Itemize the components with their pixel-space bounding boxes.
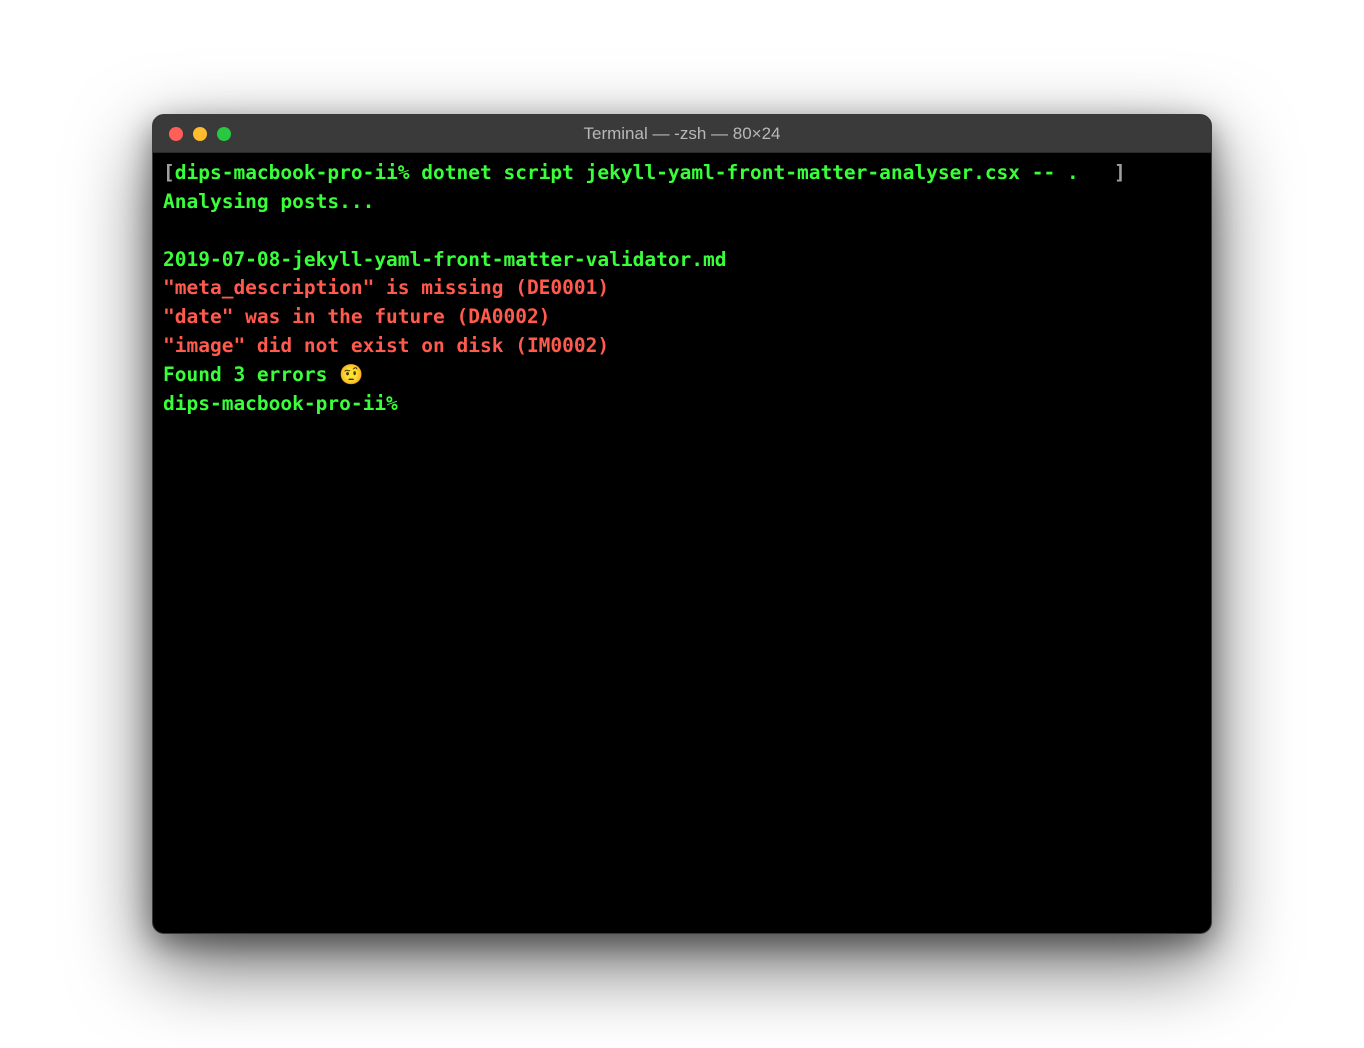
bracket: ] <box>1114 161 1126 184</box>
command-text: dotnet script jekyll-yaml-front-matter-a… <box>421 161 1078 184</box>
minimize-icon[interactable] <box>193 127 207 141</box>
prompt: dips-macbook-pro-ii% <box>175 161 422 184</box>
close-icon[interactable] <box>169 127 183 141</box>
traffic-lights <box>169 127 231 141</box>
terminal-body[interactable]: [dips-macbook-pro-ii% dotnet script jeky… <box>153 153 1211 933</box>
bracket: [ <box>163 161 175 184</box>
prompt: dips-macbook-pro-ii% <box>163 392 410 415</box>
error-line: "meta_description" is missing (DE0001) <box>163 276 609 299</box>
filename-line: 2019-07-08-jekyll-yaml-front-matter-vali… <box>163 248 727 271</box>
error-line: "date" was in the future (DA0002) <box>163 305 550 328</box>
maximize-icon[interactable] <box>217 127 231 141</box>
summary-line: Found 3 errors 🤨 <box>163 363 363 386</box>
status-line: Analysing posts... <box>163 190 374 213</box>
title-bar: Terminal — -zsh — 80×24 <box>153 115 1211 153</box>
window-title: Terminal — -zsh — 80×24 <box>153 124 1211 144</box>
error-line: "image" did not exist on disk (IM0002) <box>163 334 609 357</box>
bracket <box>1079 161 1114 184</box>
terminal-window: Terminal — -zsh — 80×24 [dips-macbook-pr… <box>152 114 1212 934</box>
